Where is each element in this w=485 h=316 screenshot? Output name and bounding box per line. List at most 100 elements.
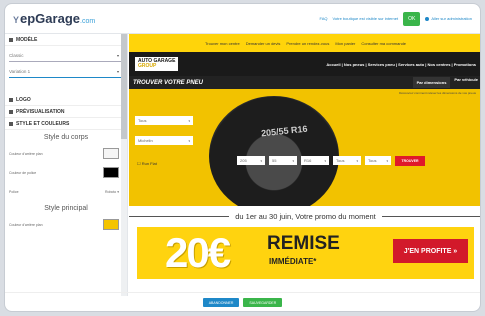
bg-color-swatch[interactable]: [103, 148, 119, 159]
banner-header: TROUVER VOTRE PNEU Par dimensions Par vé…: [129, 76, 480, 89]
body-style-title: Style du corps: [43, 134, 89, 141]
height-select[interactable]: 55 ▾: [269, 156, 297, 165]
font-select-value: Roboto: [104, 189, 117, 194]
chevron-down-icon: ▾: [260, 158, 262, 163]
font-color-label: Couleur de police: [9, 170, 37, 175]
chevron-down-icon: ▾: [188, 138, 190, 143]
brand-select[interactable]: Michelin ▾: [135, 136, 193, 145]
preview-top-links: Trouver mon centre Demander un devis Pre…: [129, 34, 480, 52]
speed-select[interactable]: Tous ▾: [365, 156, 391, 165]
font-select[interactable]: Roboto ▾: [105, 190, 119, 194]
search-tabs: Par dimensions Par véhicule: [412, 77, 478, 88]
sidebar-scrollbar[interactable]: [121, 34, 127, 296]
speed-select-value: Tous: [368, 158, 377, 163]
model-heading: MODÈLE: [16, 36, 38, 43]
ok-button[interactable]: OK: [403, 11, 421, 26]
font-row: Police Roboto ▾: [5, 182, 127, 201]
width-select[interactable]: 205 ▾: [237, 156, 265, 165]
top-link[interactable]: Consulter ma commande: [361, 41, 406, 46]
run-flat-label: Run Flat: [141, 161, 157, 166]
logo-prefix: Y: [13, 15, 20, 25]
rim-select-value: R16: [304, 158, 312, 163]
preview-nav: AUTO GARAGE GROUP Accueil | Nos pneus | …: [129, 52, 480, 76]
logo-heading: LOGO: [16, 96, 31, 103]
preview-heading: PRÉVISUALISATION: [16, 108, 65, 115]
divider: [129, 216, 230, 217]
variation-select[interactable]: Variation 1 ▾: [9, 66, 121, 78]
chevron-down-icon: ▾: [292, 158, 294, 163]
tab-dimensions[interactable]: Par dimensions: [412, 77, 451, 88]
faq-link[interactable]: FAQ: [319, 16, 327, 21]
chevron-down-icon: ▾: [116, 69, 119, 74]
variation-select-value: Variation 1: [9, 69, 31, 74]
main-color-swatch[interactable]: [103, 219, 119, 230]
top-link[interactable]: Mon panier: [335, 41, 355, 46]
main-style-title: Style principal: [44, 205, 88, 212]
visibility-text: Votre boutique est visible sur internet: [332, 16, 399, 21]
font-color-row: Couleur de police: [5, 163, 127, 182]
main-bg-row: Couleur d'arrière plan: [5, 215, 127, 234]
admin-icon: [425, 16, 430, 21]
garage-logo[interactable]: AUTO GARAGE GROUP: [135, 57, 179, 71]
chevron-down-icon: ▾: [386, 158, 388, 163]
nav-links[interactable]: Accueil | Nos pneus | Services pneu | Se…: [326, 62, 476, 67]
discount-value: 20€: [165, 229, 231, 276]
save-button[interactable]: SAUVEGARDER: [243, 298, 283, 307]
section-model[interactable]: MODÈLE: [5, 34, 127, 46]
section-logo[interactable]: LOGO: [5, 94, 127, 106]
logo-main: epGarage: [20, 11, 80, 26]
height-select-value: 55: [272, 158, 277, 163]
chevron-down-icon: ▾: [324, 158, 326, 163]
font-label: Police: [9, 189, 19, 194]
tire-image: [209, 96, 339, 206]
admin-label: Aller sur administration: [431, 16, 472, 21]
site-preview: Trouver mon centre Demander un devis Pre…: [129, 34, 480, 292]
footer-actions: ABANDONNER SAUVEGARDER: [5, 292, 480, 311]
model-select[interactable]: Classic ▾: [9, 50, 121, 62]
palette-icon: [9, 121, 13, 126]
chevron-down-icon: ▾: [116, 53, 119, 58]
garage-logo-line2: GROUP: [138, 63, 157, 69]
app-window: Y epGarage .com FAQ Votre boutique est v…: [4, 3, 481, 312]
run-flat-checkbox[interactable]: ☐ Run Flat: [137, 161, 157, 166]
promo-banner[interactable]: 20€ REMISE IMMÉDIATE* J'EN PROFITE »: [137, 227, 474, 279]
promo-heading: du 1er au 30 juin, Votre promo du moment: [129, 206, 480, 227]
banner-subtext[interactable]: Découvrez comment relever les dimensions…: [129, 89, 480, 97]
model-select-value: Classic: [9, 53, 24, 58]
load-select-value: Tous: [336, 158, 345, 163]
width-select-value: 205: [240, 158, 247, 163]
remise-text: REMISE: [267, 233, 340, 254]
sidebar: MODÈLE Classic ▾ Variation 1 ▾ LOGO PRÉV…: [5, 34, 128, 296]
profit-button[interactable]: J'EN PROFITE »: [393, 239, 468, 263]
eye-icon: [9, 109, 13, 114]
top-link[interactable]: Trouver mon centre: [205, 41, 240, 46]
header-actions: FAQ Votre boutique est visible sur inter…: [319, 11, 472, 26]
immediate-text: IMMÉDIATE*: [269, 257, 317, 266]
tab-vehicle[interactable]: Par véhicule: [454, 77, 478, 88]
admin-link[interactable]: Aller sur administration: [425, 16, 472, 21]
logo-suffix: .com: [80, 18, 96, 25]
banner-title: TROUVER VOTRE PNEU: [133, 79, 204, 86]
rim-select[interactable]: R16 ▾: [301, 156, 329, 165]
chevron-down-icon: ▾: [356, 158, 358, 163]
divider: [381, 216, 480, 217]
cancel-button[interactable]: ABANDONNER: [202, 298, 240, 307]
section-style[interactable]: STYLE ET COULEURS: [5, 118, 127, 130]
section-preview[interactable]: PRÉVISUALISATION: [5, 106, 127, 118]
find-tire-button[interactable]: TROUVER: [395, 156, 425, 166]
load-select[interactable]: Tous ▾: [333, 156, 361, 165]
top-link[interactable]: Prendre un rendez-vous: [286, 41, 329, 46]
logo-icon: [9, 97, 13, 102]
season-select[interactable]: Tous ▾: [135, 116, 193, 125]
top-link[interactable]: Demander un devis: [246, 41, 281, 46]
promo-text: du 1er au 30 juin, Votre promo du moment: [235, 212, 376, 221]
style-heading: STYLE ET COULEURS: [16, 120, 70, 127]
header: Y epGarage .com FAQ Votre boutique est v…: [5, 4, 480, 34]
scrollbar-thumb[interactable]: [121, 34, 127, 139]
season-select-value: Tous: [138, 118, 147, 123]
yepgarage-logo[interactable]: Y epGarage .com: [13, 11, 95, 26]
font-color-swatch[interactable]: [103, 167, 119, 178]
tire-search-banner: TROUVER VOTRE PNEU Par dimensions Par vé…: [129, 76, 480, 206]
model-icon: [9, 37, 13, 42]
chevron-down-icon: ▾: [188, 118, 190, 123]
